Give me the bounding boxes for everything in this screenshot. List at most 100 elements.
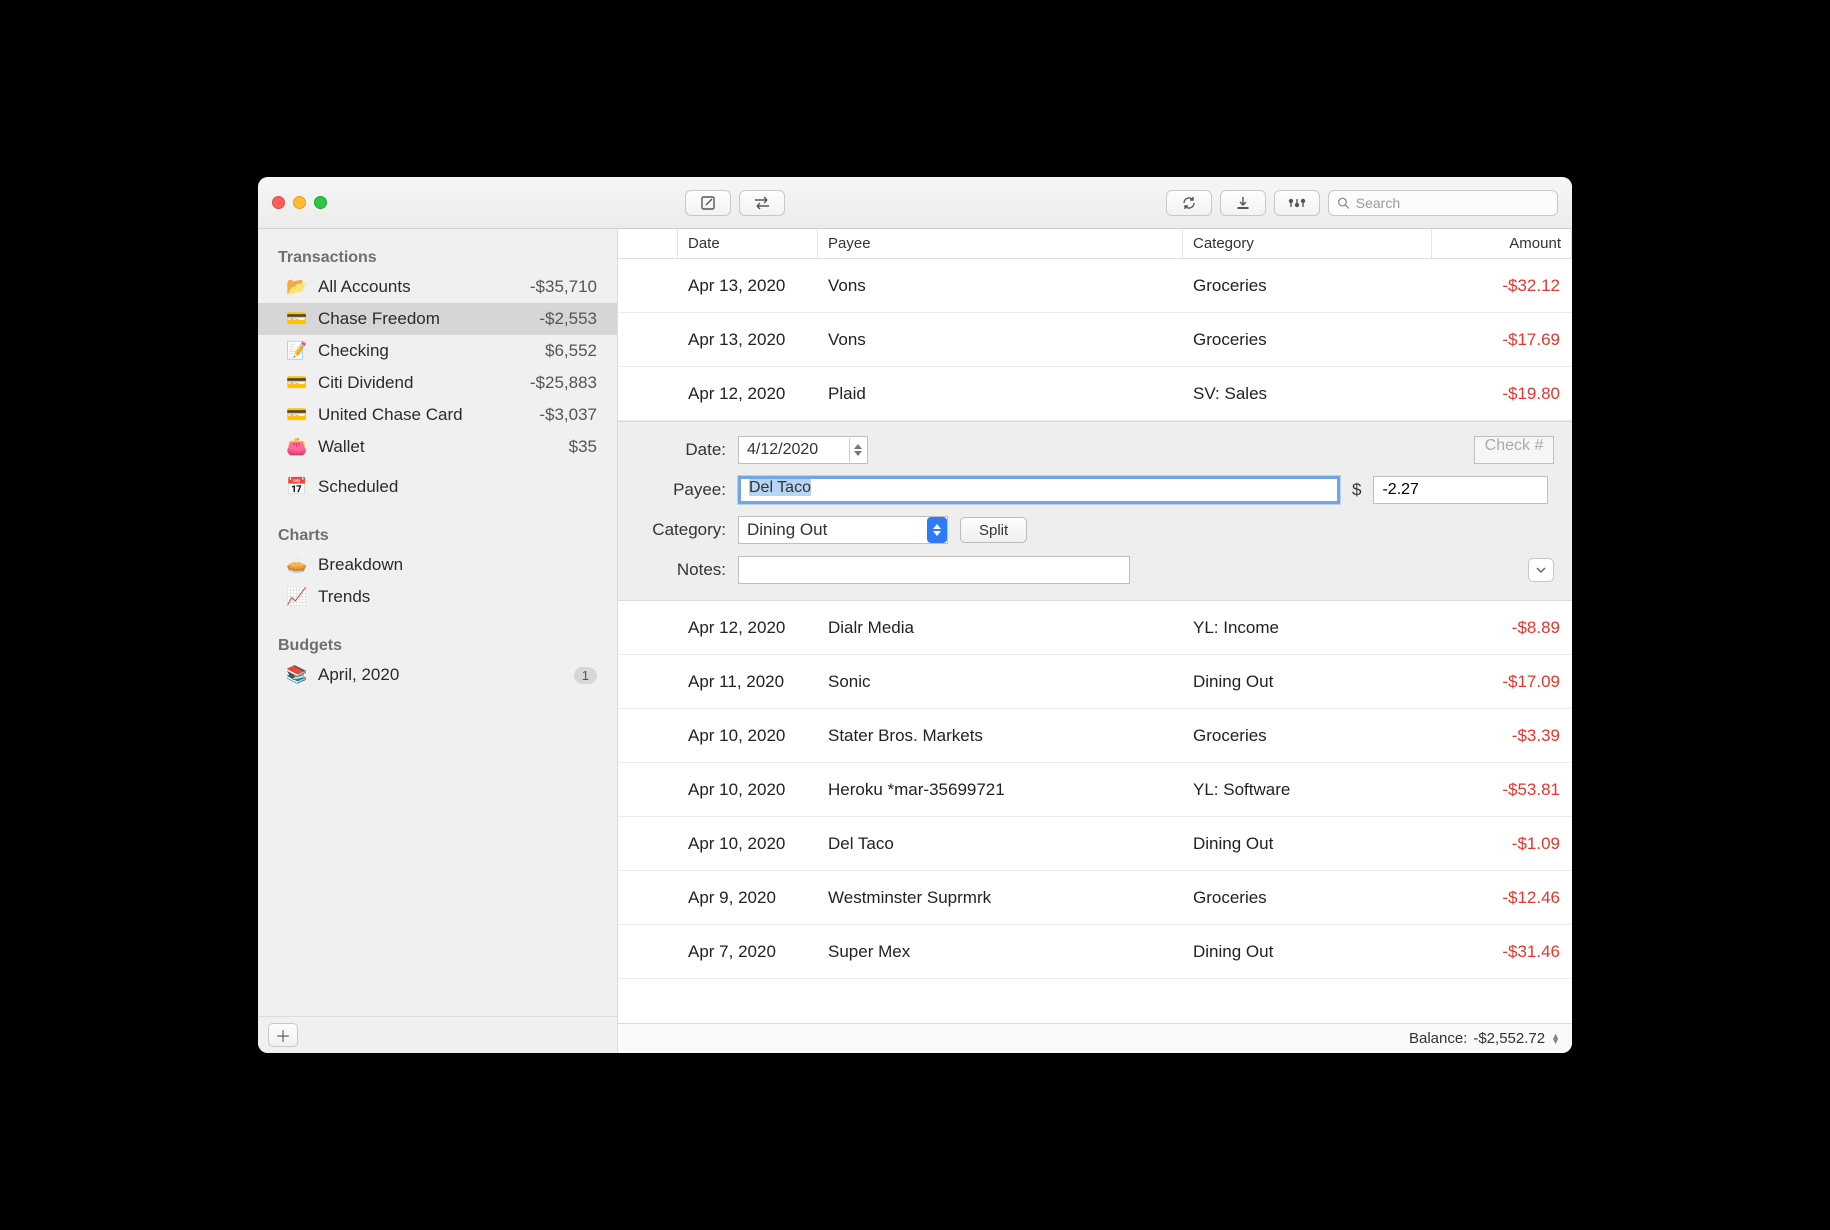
sidebar-item-amount: -$25,883 <box>530 373 597 393</box>
cell-date: Apr 13, 2020 <box>678 330 818 350</box>
sidebar-item-account[interactable]: 💳United Chase Card-$3,037 <box>258 399 617 431</box>
sidebar-item-amount: -$35,710 <box>530 277 597 297</box>
currency-symbol: $ <box>1352 480 1361 500</box>
table-row[interactable]: Apr 10, 2020Del TacoDining Out-$1.09 <box>618 817 1572 871</box>
table-row[interactable]: Apr 7, 2020Super MexDining Out-$31.46 <box>618 925 1572 979</box>
cell-payee: Westminster Suprmrk <box>818 888 1183 908</box>
column-payee[interactable]: Payee <box>818 229 1183 258</box>
cell-payee: Stater Bros. Markets <box>818 726 1183 746</box>
cell-date: Apr 7, 2020 <box>678 942 818 962</box>
editor-check-field[interactable]: Check # <box>1474 436 1554 464</box>
transfer-icon <box>753 196 771 210</box>
sidebar-item-budget[interactable]: 📚April, 20201 <box>258 659 617 691</box>
search-input[interactable] <box>1356 195 1549 211</box>
sidebar-item-chart[interactable]: 🥧Breakdown <box>258 549 617 581</box>
chart-icon: 📈 <box>286 587 308 607</box>
filter-button[interactable] <box>1274 190 1320 216</box>
cell-payee: Vons <box>818 330 1183 350</box>
editor-category-select[interactable]: Dining Out <box>738 516 948 544</box>
editor-category-label: Category: <box>636 520 726 540</box>
cell-category: Dining Out <box>1183 672 1420 692</box>
add-account-button[interactable]: ＋ <box>268 1023 298 1047</box>
budget-icon: 📚 <box>286 665 308 685</box>
disclosure-button[interactable] <box>1528 558 1554 582</box>
split-button[interactable]: Split <box>960 517 1027 543</box>
sidebar-item-amount: $35 <box>569 437 597 457</box>
date-stepper-icon[interactable] <box>849 438 865 462</box>
editor-notes-field[interactable] <box>738 556 1130 584</box>
sidebar-heading-charts: Charts <box>258 517 617 549</box>
table-row[interactable]: Apr 10, 2020Heroku *mar-35699721YL: Soft… <box>618 763 1572 817</box>
sidebar-item-chart[interactable]: 📈 Trends <box>258 581 617 613</box>
table-row[interactable]: Apr 11, 2020SonicDining Out-$17.09 <box>618 655 1572 709</box>
table-row[interactable]: Apr 13, 2020VonsGroceries-$32.12 <box>618 259 1572 313</box>
editor-payee-label: Payee: <box>636 480 726 500</box>
table-row[interactable]: Apr 12, 2020Dialr MediaYL: Income-$8.89 <box>618 601 1572 655</box>
cell-category: Groceries <box>1183 888 1420 908</box>
sidebar-item-label: Scheduled <box>318 477 597 497</box>
chevron-down-icon <box>1536 565 1546 575</box>
search-field[interactable] <box>1328 190 1558 216</box>
account-icon: 📝 <box>286 341 308 361</box>
cell-amount: -$3.39 <box>1420 726 1560 746</box>
download-icon <box>1235 195 1251 211</box>
compose-button[interactable] <box>685 190 731 216</box>
sidebar-item-account[interactable]: 👛Wallet$35 <box>258 431 617 463</box>
chevron-updown-icon <box>927 517 947 543</box>
editor-date-field[interactable]: 4/12/2020 <box>738 436 868 464</box>
titlebar <box>258 177 1572 229</box>
column-headers: Date Payee Category Amount <box>618 229 1572 259</box>
sidebar-footer: ＋ <box>258 1016 617 1053</box>
cell-payee: Dialr Media <box>818 618 1183 638</box>
balance-stepper-icon[interactable]: ▲▼ <box>1551 1034 1560 1044</box>
sidebar-item-amount: $6,552 <box>545 341 597 361</box>
transaction-editor: Date: 4/12/2020 Check # Payee: Del Taco <box>618 421 1572 601</box>
cell-amount: -$17.69 <box>1420 330 1560 350</box>
column-category[interactable]: Category <box>1183 229 1432 258</box>
status-bar: Balance: -$2,552.72 ▲▼ <box>618 1023 1572 1053</box>
close-window-button[interactable] <box>272 196 285 209</box>
sidebar-item-label: Checking <box>318 341 535 361</box>
account-icon: 💳 <box>286 405 308 425</box>
sidebar-item-account[interactable]: 💳Chase Freedom-$2,553 <box>258 303 617 335</box>
table-row[interactable]: Apr 10, 2020Stater Bros. MarketsGrocerie… <box>618 709 1572 763</box>
cell-date: Apr 12, 2020 <box>678 384 818 404</box>
editor-amount-field[interactable] <box>1373 476 1548 504</box>
sidebar-heading-transactions: Transactions <box>258 239 617 271</box>
minimize-window-button[interactable] <box>293 196 306 209</box>
import-button[interactable] <box>1220 190 1266 216</box>
sidebar-item-account[interactable]: 💳Citi Dividend-$25,883 <box>258 367 617 399</box>
cell-payee: Del Taco <box>818 834 1183 854</box>
sidebar-item-label: All Accounts <box>318 277 520 297</box>
sidebar-item-label: Chase Freedom <box>318 309 529 329</box>
sidebar-heading-budgets: Budgets <box>258 627 617 659</box>
table-row[interactable]: Apr 12, 2020PlaidSV: Sales-$19.80 <box>618 367 1572 421</box>
cell-amount: -$17.09 <box>1420 672 1560 692</box>
cell-amount: -$1.09 <box>1420 834 1560 854</box>
window-controls <box>272 196 327 209</box>
cell-amount: -$53.81 <box>1420 780 1560 800</box>
cell-amount: -$19.80 <box>1420 384 1560 404</box>
transaction-list: Date Payee Category Amount Apr 13, 2020V… <box>618 229 1572 1053</box>
sidebar-item-label: Trends <box>318 587 597 607</box>
balance-label: Balance: <box>1409 1030 1467 1047</box>
editor-payee-field[interactable]: Del Taco <box>738 476 1340 504</box>
cell-date: Apr 10, 2020 <box>678 726 818 746</box>
editor-payee-value: Del Taco <box>749 479 811 496</box>
column-amount[interactable]: Amount <box>1432 229 1572 258</box>
app-window: Transactions 📂All Accounts-$35,710💳Chase… <box>258 177 1572 1053</box>
transfer-button[interactable] <box>739 190 785 216</box>
editor-notes-label: Notes: <box>636 560 726 580</box>
cell-category: YL: Income <box>1183 618 1420 638</box>
column-date[interactable]: Date <box>678 229 818 258</box>
table-row[interactable]: Apr 13, 2020VonsGroceries-$17.69 <box>618 313 1572 367</box>
table-row[interactable]: Apr 9, 2020Westminster SuprmrkGroceries-… <box>618 871 1572 925</box>
sidebar-item-scheduled[interactable]: 📅 Scheduled <box>258 471 617 503</box>
zoom-window-button[interactable] <box>314 196 327 209</box>
sync-icon <box>1181 195 1197 211</box>
sync-button[interactable] <box>1166 190 1212 216</box>
sidebar-item-account[interactable]: 📝 Checking $6,552 <box>258 335 617 367</box>
cell-category: Dining Out <box>1183 942 1420 962</box>
balance-value: -$2,552.72 <box>1473 1030 1545 1047</box>
sidebar-item-account[interactable]: 📂All Accounts-$35,710 <box>258 271 617 303</box>
